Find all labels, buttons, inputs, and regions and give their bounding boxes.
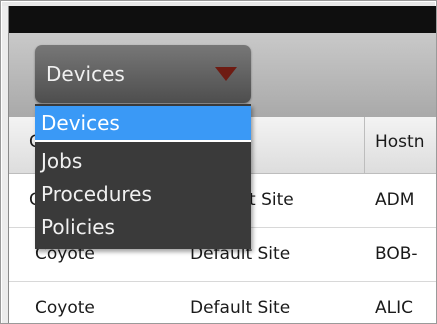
row-cell-site: Default Site <box>190 298 291 318</box>
menu-item-procedures[interactable]: Procedures <box>35 179 251 209</box>
window-left-edge <box>2 6 9 323</box>
menu-item-devices[interactable]: Devices <box>35 106 251 142</box>
column-divider[interactable] <box>364 117 365 173</box>
column-header-hostname[interactable]: Hostn <box>375 132 424 152</box>
menu-item-jobs[interactable]: Jobs <box>35 146 251 176</box>
table-row[interactable]: Coyote Default Site ALIC <box>9 282 436 323</box>
row-cell-site: t Site <box>249 190 294 210</box>
view-selector-dropdown[interactable]: Devices <box>35 45 251 103</box>
dropdown-menu: Devices Jobs Procedures Policies <box>35 104 251 249</box>
dropdown-selected-label: Devices <box>46 62 125 86</box>
row-cell-company: Coyote <box>35 298 95 318</box>
menu-item-policies[interactable]: Policies <box>35 212 251 242</box>
row-cell-hostname: BOB- <box>375 244 418 264</box>
row-cell-hostname: ALIC <box>375 298 413 318</box>
chevron-down-icon[interactable] <box>215 67 237 81</box>
title-bar <box>9 6 436 33</box>
row-cell-hostname: ADM <box>375 190 415 210</box>
